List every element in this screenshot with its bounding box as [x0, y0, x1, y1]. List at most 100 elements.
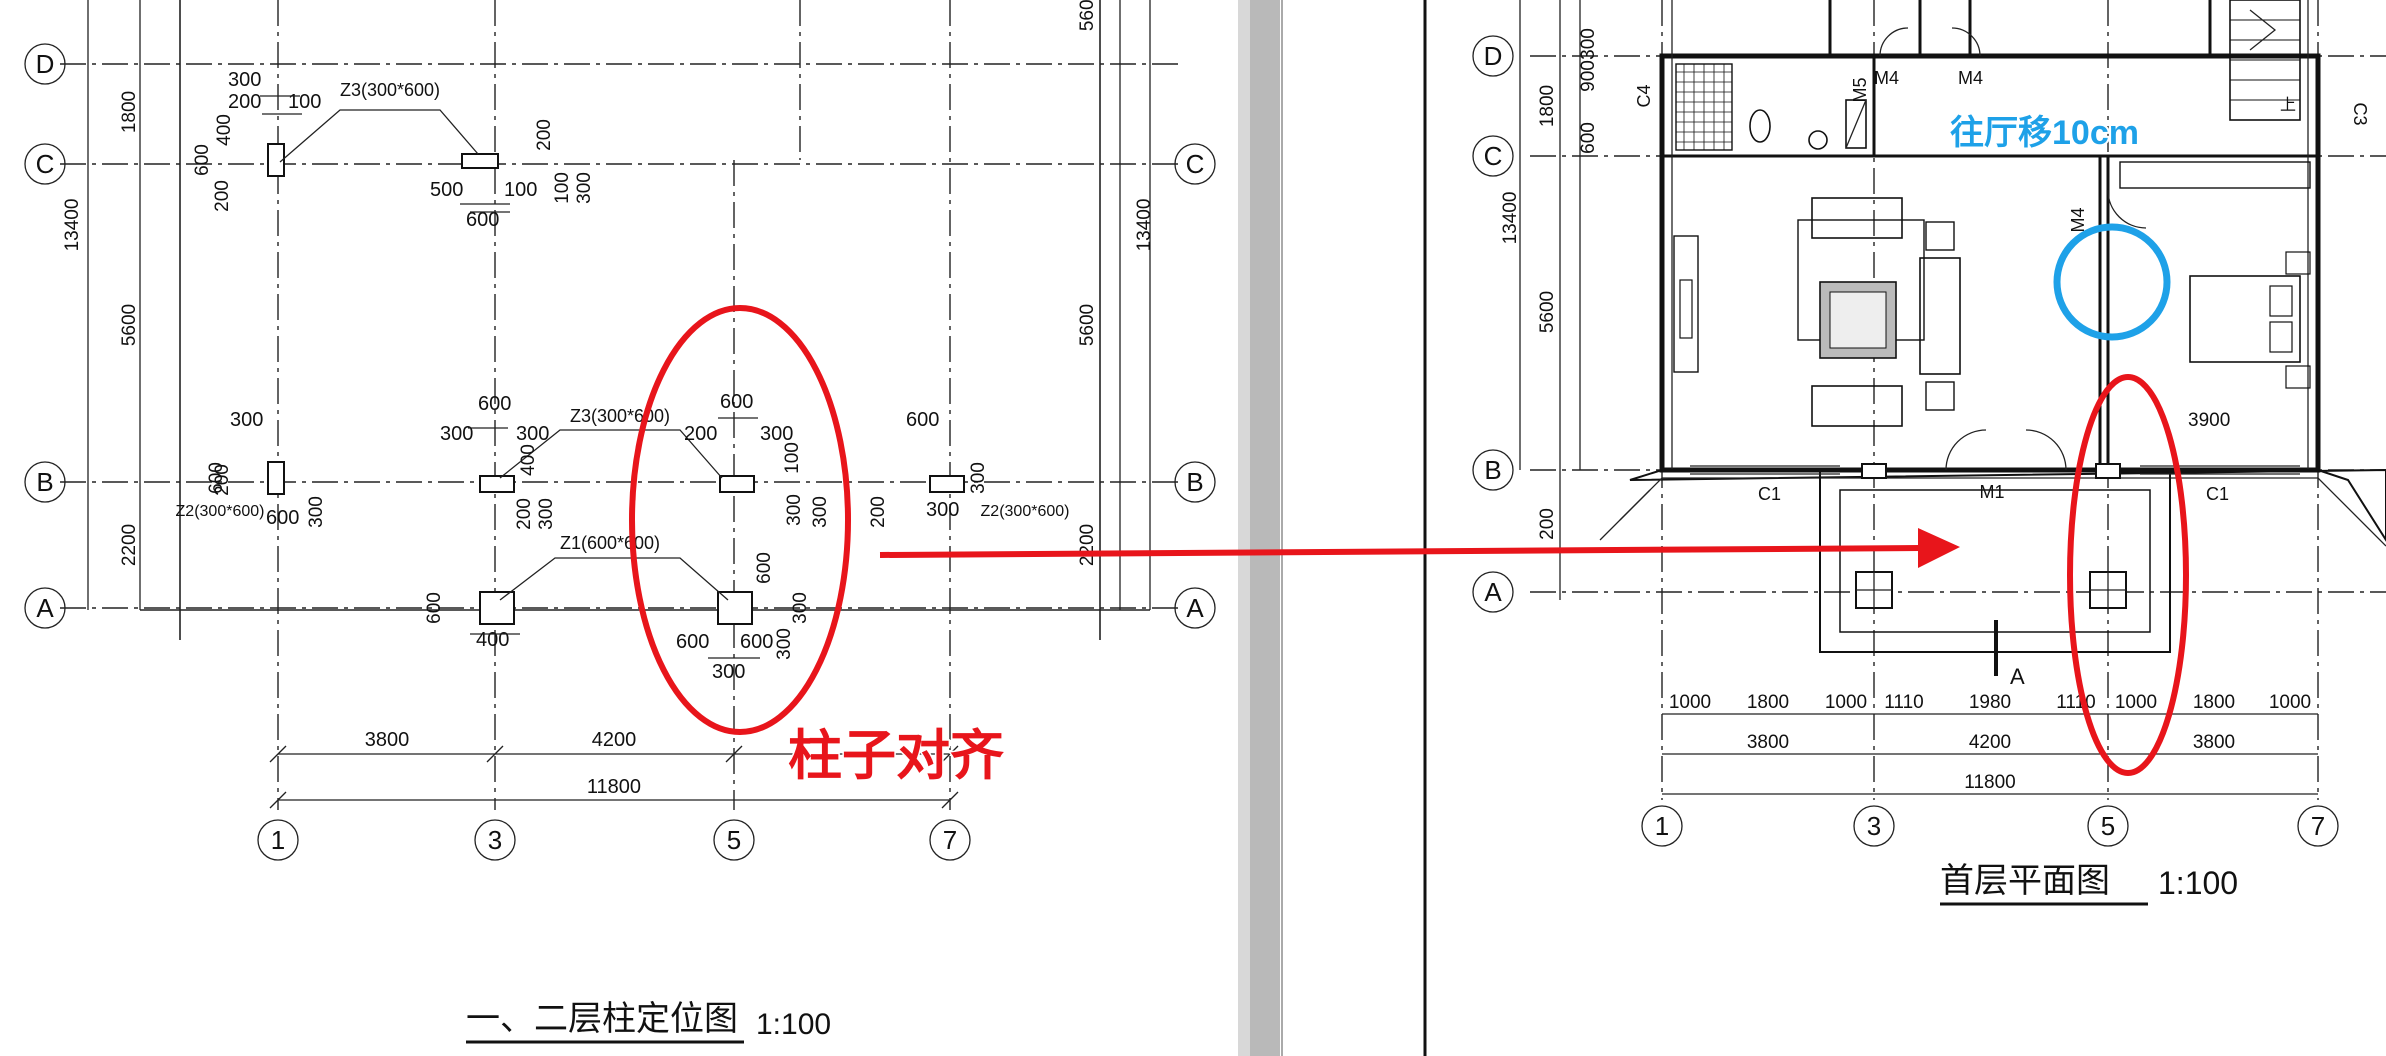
svg-text:200: 200	[868, 496, 889, 528]
window-C3: C3	[2350, 102, 2370, 125]
svg-text:7: 7	[2311, 811, 2325, 841]
svg-text:100: 100	[552, 172, 573, 204]
svg-text:300: 300	[516, 423, 549, 445]
dim-right-2200: 2200	[1077, 524, 1098, 566]
plan-dim-300: 300	[1578, 28, 1599, 60]
svg-text:1980: 1980	[1969, 692, 2011, 713]
dim-right-5600: 5600	[1077, 304, 1098, 346]
svg-text:300: 300	[784, 494, 805, 526]
svg-text:7: 7	[943, 825, 957, 855]
dim-bottom-3800: 3800	[365, 729, 410, 751]
svg-text:100: 100	[288, 91, 321, 113]
svg-text:M1: M1	[1979, 482, 2004, 502]
left-drawing-title: 一、二层柱定位图	[466, 1000, 738, 1038]
door-M5: M5	[1850, 77, 1870, 102]
plan-dim-600: 600	[1578, 122, 1599, 154]
dim-right-5600-top: 5600	[1077, 0, 1098, 31]
svg-text:B: B	[1186, 467, 1203, 497]
tag-Z2-left: Z2(300*600)	[176, 503, 265, 520]
svg-text:11800: 11800	[1964, 772, 2015, 793]
svg-text:C: C	[1484, 141, 1503, 171]
svg-text:300: 300	[230, 409, 263, 431]
svg-text:500: 500	[430, 179, 463, 201]
svg-text:300: 300	[968, 462, 989, 494]
tag-Z1: Z1(600*600)	[560, 533, 660, 553]
drawing-canvas: D C B A C B A 1 3 5 7 1800 13400 5600 22…	[0, 0, 2386, 1056]
svg-text:1: 1	[271, 825, 285, 855]
svg-text:300: 300	[712, 661, 745, 683]
svg-text:100: 100	[782, 442, 803, 474]
svg-text:600: 600	[424, 592, 445, 624]
left-drawing-scale: 1:100	[756, 1008, 831, 1041]
svg-text:B: B	[1484, 455, 1501, 485]
column-Z2-7B	[929, 475, 965, 493]
svg-text:400: 400	[476, 629, 509, 651]
svg-text:A: A	[36, 593, 54, 623]
svg-text:600: 600	[478, 393, 511, 415]
plan-dim-900: 900	[1578, 60, 1599, 92]
svg-text:1110: 1110	[2056, 692, 2095, 713]
move-note: 往厅移10cm	[1950, 114, 2139, 152]
section-mark-A: A	[2010, 664, 2025, 689]
svg-text:1000: 1000	[1825, 692, 1867, 713]
svg-text:100: 100	[504, 179, 537, 201]
svg-text:300: 300	[306, 496, 327, 528]
dim-bottom-4200: 4200	[592, 729, 637, 751]
tag-Z3-top: Z3(300*600)	[340, 80, 440, 100]
svg-text:1: 1	[1655, 811, 1669, 841]
svg-text:B: B	[36, 467, 53, 497]
svg-text:200: 200	[514, 498, 535, 530]
svg-text:1110: 1110	[1884, 692, 1923, 713]
column-Z3-3C	[461, 153, 499, 169]
svg-text:400: 400	[518, 444, 539, 476]
svg-text:A: A	[1186, 593, 1204, 623]
svg-text:3: 3	[1867, 811, 1881, 841]
svg-text:3800: 3800	[1747, 732, 1789, 753]
svg-text:C1: C1	[1758, 484, 1781, 504]
svg-text:D: D	[1484, 41, 1503, 71]
svg-text:1000: 1000	[1669, 692, 1711, 713]
svg-text:C: C	[1186, 149, 1205, 179]
svg-text:C: C	[36, 149, 55, 179]
svg-text:200: 200	[534, 119, 555, 151]
page-gutter-shadow	[1250, 0, 1280, 1056]
svg-text:5: 5	[2101, 811, 2115, 841]
svg-text:300: 300	[228, 69, 261, 91]
svg-text:3800: 3800	[2193, 732, 2235, 753]
svg-text:M4: M4	[1874, 68, 1899, 88]
plan-dim-5600: 5600	[1537, 291, 1558, 333]
left-page	[0, 0, 1250, 1056]
svg-text:D: D	[36, 49, 55, 79]
dim-left-13400: 13400	[62, 199, 83, 252]
svg-text:M4: M4	[1958, 68, 1983, 88]
svg-text:1800: 1800	[2193, 692, 2235, 713]
svg-text:1000: 1000	[2269, 692, 2311, 713]
dim-left-1800: 1800	[119, 91, 140, 133]
svg-text:300: 300	[774, 628, 795, 660]
svg-text:300: 300	[926, 499, 959, 521]
svg-text:600: 600	[192, 144, 213, 176]
svg-text:4200: 4200	[1969, 732, 2011, 753]
svg-text:300: 300	[810, 496, 831, 528]
window-C4: C4	[1634, 84, 1654, 107]
svg-text:5: 5	[727, 825, 741, 855]
svg-text:300: 300	[760, 423, 793, 445]
svg-text:600: 600	[906, 409, 939, 431]
svg-text:C1: C1	[2206, 484, 2229, 504]
svg-text:200: 200	[228, 91, 261, 113]
column-Z3-5B	[719, 475, 755, 493]
dim-left-5600: 5600	[119, 304, 140, 346]
plan-dim-200: 200	[1537, 508, 1558, 540]
svg-text:300: 300	[790, 592, 811, 624]
svg-text:1800: 1800	[1747, 692, 1789, 713]
tag-Z2-right: Z2(300*600)	[981, 503, 1070, 520]
column-Z2-1B	[267, 461, 285, 495]
svg-text:400: 400	[214, 114, 235, 146]
svg-text:300: 300	[440, 423, 473, 445]
align-note: 柱子对齐	[788, 726, 1004, 786]
tag-Z3-mid: Z3(300*600)	[570, 406, 670, 426]
column-Z1-3A	[479, 591, 515, 625]
plan-dim-13400: 13400	[1500, 192, 1521, 245]
svg-text:600: 600	[754, 552, 775, 584]
svg-text:200: 200	[212, 464, 233, 496]
